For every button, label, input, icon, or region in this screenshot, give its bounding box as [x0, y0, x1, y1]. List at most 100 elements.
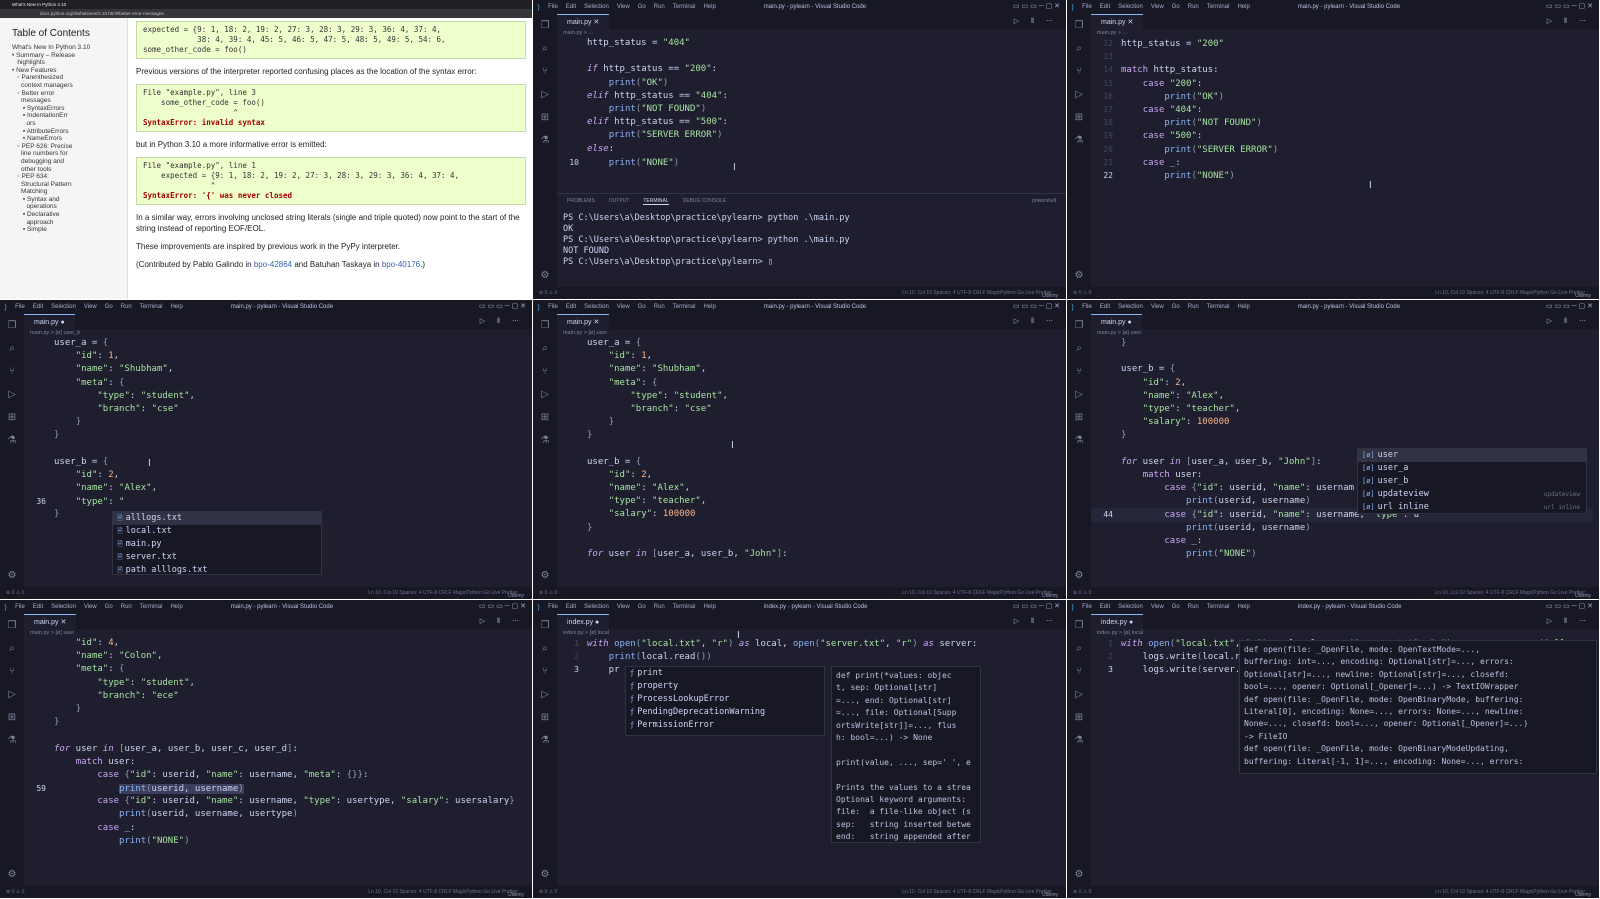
menu-item-help[interactable]: Help: [703, 304, 715, 310]
search-icon[interactable]: ⌕: [1076, 43, 1082, 54]
toc-item[interactable]: approach: [12, 219, 127, 227]
status-details[interactable]: Ln 10, Col 19 Spaces: 4 UTF-8 CRLF Magic…: [368, 889, 518, 895]
menu-item-run[interactable]: Run: [1188, 304, 1199, 310]
menu-item-run[interactable]: Run: [654, 604, 665, 610]
extensions-icon[interactable]: ⊞: [1075, 412, 1083, 423]
menu-item-go[interactable]: Go: [638, 604, 646, 610]
menu-item-file[interactable]: File: [1082, 604, 1092, 610]
menu-item-view[interactable]: View: [1151, 604, 1164, 610]
menu-item-file[interactable]: File: [15, 604, 25, 610]
toc-list[interactable]: What's New In Python 3.10 • Summary – Rel…: [12, 44, 127, 234]
breadcrumb[interactable]: index.py > [ø] local: [1097, 630, 1143, 636]
toc-item[interactable]: Matching: [12, 188, 127, 196]
unsaved-dot-icon[interactable]: ●: [59, 319, 64, 326]
menu-item-help[interactable]: Help: [703, 4, 715, 10]
menu-item-terminal[interactable]: Terminal: [673, 604, 696, 610]
breadcrumb[interactable]: index.py > [ø] local: [563, 630, 609, 636]
menu-item-run[interactable]: Run: [121, 304, 132, 310]
gear-icon[interactable]: ⚙: [541, 570, 550, 581]
run-icon[interactable]: ▷: [1075, 689, 1083, 700]
suggestion-item[interactable]: [ø] url inline url inline: [1358, 501, 1586, 513]
code-editor[interactable]: http_status = "404" if http_status == "20…: [557, 37, 1060, 169]
browser-url-bar[interactable]: docs.python.org/3/whatsnew/3.10.html#bet…: [0, 9, 532, 18]
run-icon[interactable]: ▷: [8, 689, 16, 700]
suggestion-item[interactable]: ƒ PermissionError: [626, 719, 824, 732]
menu-item-view[interactable]: View: [1151, 304, 1164, 310]
menu-item-go[interactable]: Go: [105, 304, 113, 310]
breadcrumb[interactable]: main.py > [ø] user: [563, 330, 607, 336]
extensions-icon[interactable]: ⊞: [541, 712, 549, 723]
menu-item-run[interactable]: Run: [1188, 4, 1199, 10]
panel-tab-output[interactable]: OUTPUT: [609, 198, 630, 205]
menu-item-edit[interactable]: Edit: [1100, 604, 1110, 610]
toc-item[interactable]: ▪ AttributeErrors: [12, 128, 127, 136]
test-icon[interactable]: ⚗: [1075, 135, 1084, 146]
toc-item[interactable]: context managers: [12, 82, 127, 90]
terminal-output[interactable]: PS C:\Users\a\Desktop\practice\pylearn> …: [557, 209, 1066, 268]
explorer-icon[interactable]: ❐: [541, 20, 550, 31]
editor-actions[interactable]: ▷ ⫴ ⋯: [1547, 17, 1591, 26]
autocomplete-list[interactable]: ƒ print ƒ property ƒ ProcessLookupError ƒ Pendi…: [625, 666, 825, 736]
menu-item-go[interactable]: Go: [1172, 4, 1180, 10]
menu-item-terminal[interactable]: Terminal: [140, 604, 163, 610]
toc-item[interactable]: highlights: [12, 59, 127, 67]
extensions-icon[interactable]: ⊞: [541, 412, 549, 423]
menu-item-edit[interactable]: Edit: [33, 604, 43, 610]
explorer-icon[interactable]: ❐: [8, 320, 17, 331]
close-icon[interactable]: ✕: [592, 19, 599, 26]
menu-item-go[interactable]: Go: [638, 304, 646, 310]
toc-item[interactable]: messages: [12, 97, 127, 105]
source-control-icon[interactable]: ⑂: [542, 366, 548, 377]
test-icon[interactable]: ⚗: [541, 135, 550, 146]
menu-item-selection[interactable]: Selection: [1118, 604, 1143, 610]
source-control-icon[interactable]: ⑂: [542, 66, 548, 77]
autocomplete-list[interactable]: 🗎 alllogs.txt 🗎 local.txt 🗎 main.py 🗎 server.tx…: [112, 511, 322, 575]
toc-item[interactable]: ors: [12, 120, 127, 128]
status-details[interactable]: Ln 10, Col 19 Spaces: 4 UTF-8 CRLF Magic…: [1435, 590, 1585, 596]
extensions-icon[interactable]: ⊞: [8, 412, 16, 423]
run-icon[interactable]: ▷: [541, 389, 549, 400]
explorer-icon[interactable]: ❐: [1075, 20, 1084, 31]
toc-item[interactable]: operations: [12, 203, 127, 211]
tab-file[interactable]: main.py ✕: [557, 314, 610, 329]
extensions-icon[interactable]: ⊞: [541, 112, 549, 123]
toc-item[interactable]: ▪ Syntax and: [12, 196, 127, 204]
source-control-icon[interactable]: ⑂: [1076, 366, 1082, 377]
menu-item-edit[interactable]: Edit: [566, 4, 576, 10]
toc-item[interactable]: • New Features: [12, 67, 127, 75]
menu-item-file[interactable]: File: [1082, 304, 1092, 310]
tab-file[interactable]: main.py ●: [24, 314, 75, 329]
editor-actions[interactable]: ▷ ⫴ ⋯: [1014, 617, 1058, 626]
menu-item-terminal[interactable]: Terminal: [673, 4, 696, 10]
test-icon[interactable]: ⚗: [1075, 735, 1084, 746]
menu-item-selection[interactable]: Selection: [584, 604, 609, 610]
menu-item-view[interactable]: View: [617, 4, 630, 10]
menu-item-help[interactable]: Help: [703, 604, 715, 610]
window-controls[interactable]: ▭ ▭ ▭ ─ ▢ ✕: [1546, 602, 1593, 610]
window-controls[interactable]: ▭ ▭ ▭ ─ ▢ ✕: [1546, 302, 1593, 310]
code-editor[interactable]: "id": 4, "name": "Colon", "meta": { "typ…: [24, 637, 526, 848]
menu-item-file[interactable]: File: [548, 604, 558, 610]
menu-item-help[interactable]: Help: [170, 304, 182, 310]
menu-item-edit[interactable]: Edit: [566, 604, 576, 610]
suggestion-item[interactable]: ƒ property: [626, 680, 824, 693]
search-icon[interactable]: ⌕: [9, 643, 15, 654]
toc-item[interactable]: debugging and: [12, 158, 127, 166]
menu-item-help[interactable]: Help: [1237, 604, 1249, 610]
toc-item[interactable]: ◦ PEP 634:: [12, 173, 127, 181]
search-icon[interactable]: ⌕: [9, 343, 15, 354]
search-icon[interactable]: ⌕: [542, 43, 548, 54]
menu-item-view[interactable]: View: [617, 304, 630, 310]
shell-label[interactable]: powershell: [1032, 198, 1056, 205]
window-controls[interactable]: ▭ ▭ ▭ ─ ▢ ✕: [1546, 2, 1593, 10]
menu-item-view[interactable]: View: [1151, 4, 1164, 10]
toc-item[interactable]: What's New In Python 3.10: [12, 44, 127, 52]
test-icon[interactable]: ⚗: [8, 735, 17, 746]
toc-item[interactable]: ▪ SyntaxErrors: [12, 105, 127, 113]
code-editor[interactable]: user_a = { "id": 1, "name": "Shubham", "…: [557, 337, 1060, 561]
status-details[interactable]: Ln 10, Col 19 Spaces: 4 UTF-8 CRLF Magic…: [368, 590, 518, 596]
menu-item-file[interactable]: File: [15, 304, 25, 310]
suggestion-item[interactable]: [ø] updateview updateview: [1358, 488, 1586, 501]
explorer-icon[interactable]: ❐: [1075, 320, 1084, 331]
suggestion-item[interactable]: 🗎 alllogs.txt: [113, 512, 321, 525]
